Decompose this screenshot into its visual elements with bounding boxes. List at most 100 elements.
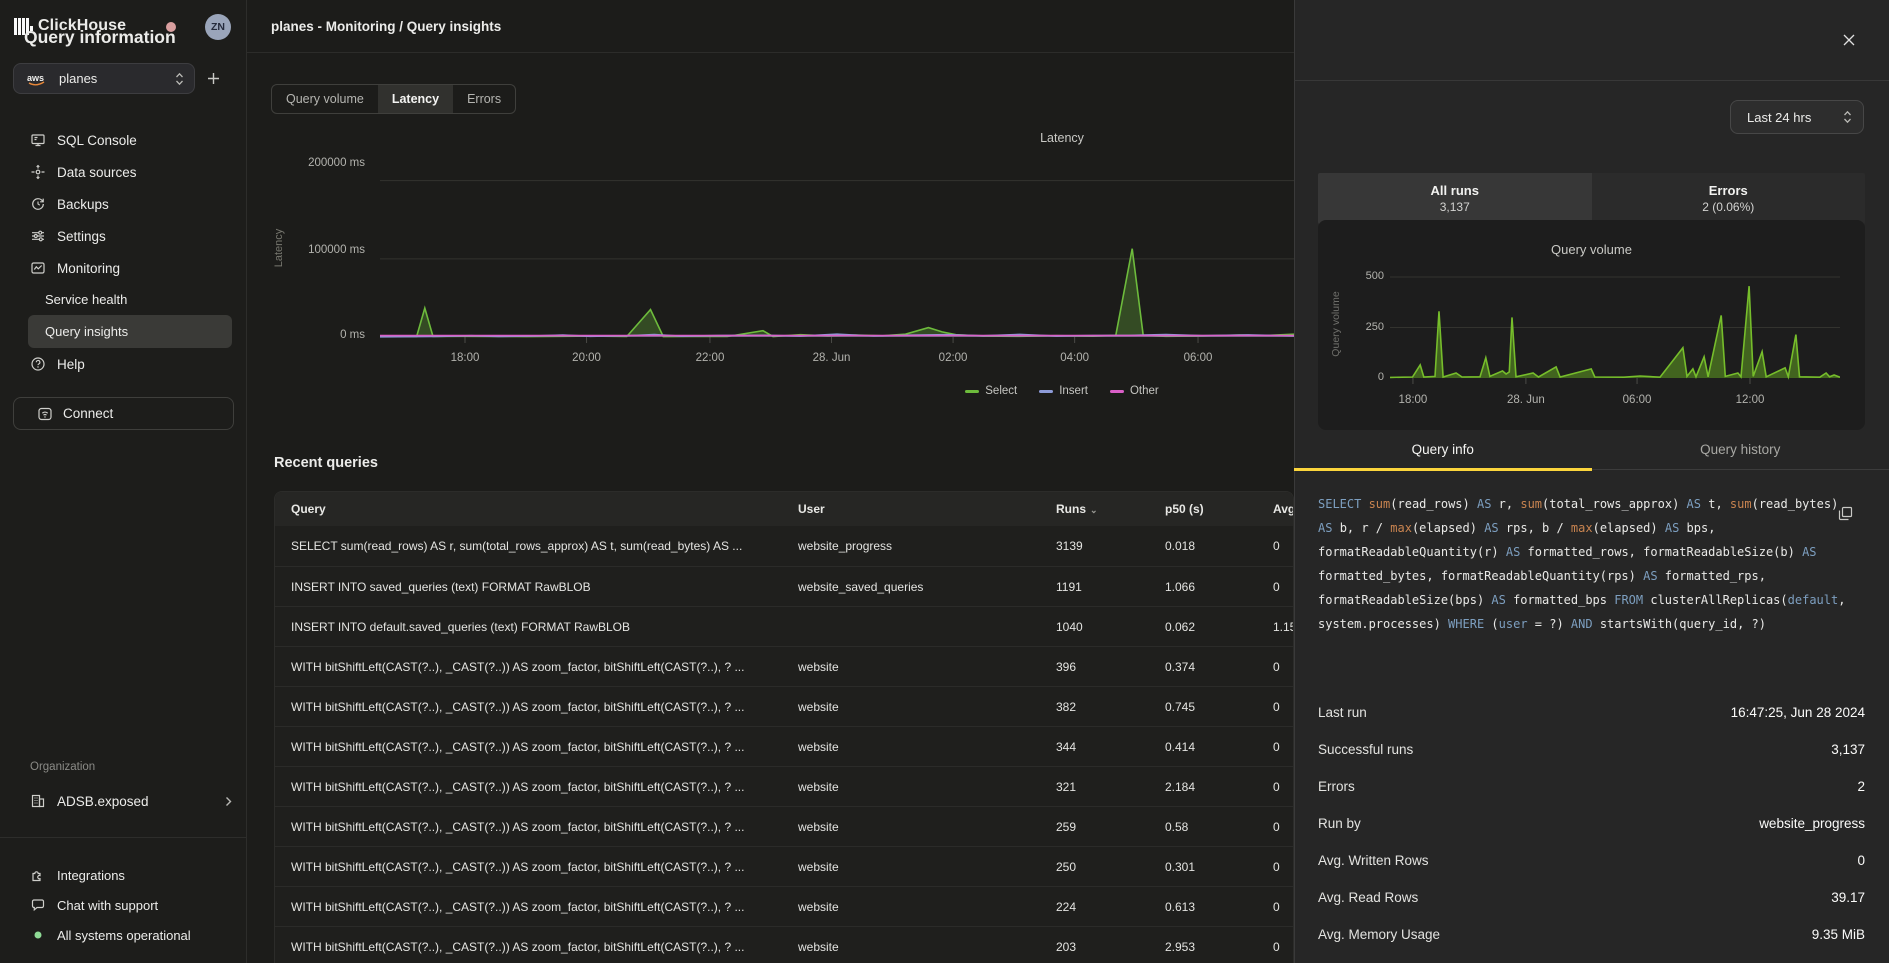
- stat-value: 3,137: [1831, 742, 1865, 757]
- close-icon[interactable]: [1842, 33, 1856, 47]
- table-row[interactable]: INSERT INTO default.saved_queries (text)…: [275, 606, 1293, 646]
- sql-token: b, r /: [1340, 521, 1391, 535]
- sidebar-item-help[interactable]: Help: [0, 348, 246, 380]
- table-row[interactable]: WITH bitShiftLeft(CAST(?..), _CAST(?..))…: [275, 726, 1293, 766]
- sidebar-item-backups[interactable]: Backups: [0, 188, 246, 220]
- stat-value: 39.17: [1831, 890, 1865, 905]
- table-row[interactable]: WITH bitShiftLeft(CAST(?..), _CAST(?..))…: [275, 646, 1293, 686]
- connect-button[interactable]: Connect: [13, 397, 234, 430]
- sidebar-nav: SQL ConsoleData sourcesBackupsSettingsMo…: [0, 124, 246, 380]
- y-tick-label: 0: [1344, 371, 1384, 383]
- segment-label: All runs: [1431, 183, 1479, 198]
- cell-user: website: [798, 700, 1056, 714]
- sql-token: (elapsed): [1412, 521, 1484, 535]
- cell-query: WITH bitShiftLeft(CAST(?..), _CAST(?..))…: [291, 700, 798, 714]
- sql-token: user: [1499, 617, 1528, 631]
- cell-avg: 0: [1273, 860, 1293, 874]
- cell-user: website: [798, 660, 1056, 674]
- organization-section-label: Organization: [0, 761, 246, 779]
- latency-chart: [380, 155, 1294, 350]
- cell-runs: 382: [1056, 700, 1165, 714]
- legend-item-insert[interactable]: Insert: [1039, 385, 1088, 397]
- sql-token: default: [1788, 593, 1839, 607]
- sql-query-code: SELECT sum(read_rows) AS r, sum(total_ro…: [1318, 492, 1858, 636]
- status-dot-icon: [30, 927, 46, 943]
- stat-row-avg-memory-usage: Avg. Memory Usage9.35 MiB: [1318, 916, 1865, 953]
- backups-icon: [30, 196, 46, 212]
- table-row[interactable]: WITH bitShiftLeft(CAST(?..), _CAST(?..))…: [275, 926, 1293, 963]
- cell-user: website: [798, 940, 1056, 954]
- sidebar-item-service-health[interactable]: Service health: [0, 284, 246, 315]
- cell-runs: 1191: [1056, 580, 1165, 594]
- table-row[interactable]: SELECT sum(read_rows) AS r, sum(total_ro…: [275, 526, 1293, 566]
- sidebar-item-settings[interactable]: Settings: [0, 220, 246, 252]
- table-row[interactable]: WITH bitShiftLeft(CAST(?..), _CAST(?..))…: [275, 686, 1293, 726]
- tab-latency[interactable]: Latency: [378, 85, 453, 113]
- stat-value: 16:47:25, Jun 28 2024: [1731, 705, 1865, 720]
- cell-avg: 1.15: [1273, 620, 1294, 634]
- column-header-runs[interactable]: Runs⌄: [1056, 502, 1165, 516]
- sidebar-item-all-systems-operational[interactable]: All systems operational: [0, 920, 246, 950]
- tab-query-volume[interactable]: Query volume: [272, 85, 378, 113]
- sidebar-item-integrations[interactable]: Integrations: [0, 860, 246, 890]
- sql-token: WHERE: [1448, 617, 1491, 631]
- sql-token: formatted_rows, formatReadableSize(b): [1528, 545, 1803, 559]
- sql-token: AS: [1802, 545, 1816, 559]
- legend-item-other[interactable]: Other: [1110, 385, 1159, 397]
- help-icon: [30, 356, 46, 372]
- cell-query: WITH bitShiftLeft(CAST(?..), _CAST(?..))…: [291, 820, 798, 834]
- segment-all-runs[interactable]: All runs3,137: [1318, 173, 1592, 224]
- cell-user: website: [798, 780, 1056, 794]
- panel-title: Query information: [24, 27, 176, 48]
- service-selector[interactable]: aws planes: [13, 63, 195, 94]
- table-header: QueryUserRuns⌄p50 (s)Avg.: [275, 492, 1293, 526]
- sql-token: AS: [1491, 593, 1513, 607]
- table-row[interactable]: WITH bitShiftLeft(CAST(?..), _CAST(?..))…: [275, 886, 1293, 926]
- x-tick-label: 06:00: [1602, 394, 1672, 406]
- stat-label: Avg. Written Rows: [1318, 853, 1429, 868]
- sql-token: startsWith(query_id, ?): [1600, 617, 1766, 631]
- sidebar-item-label: Chat with support: [57, 898, 158, 913]
- sidebar-item-chat-with-support[interactable]: Chat with support: [0, 890, 246, 920]
- table-row[interactable]: WITH bitShiftLeft(CAST(?..), _CAST(?..))…: [275, 846, 1293, 886]
- query-volume-title: Query volume: [1318, 242, 1865, 257]
- clickhouse-console: ClickHouse ZN aws planes SQL ConsoleData…: [0, 0, 1889, 963]
- x-tick-label: 18:00: [1378, 394, 1448, 406]
- sql-token: AND: [1571, 617, 1600, 631]
- x-tick-label: 06:00: [1163, 352, 1233, 364]
- query-stats-list: Last run16:47:25, Jun 28 2024Successful …: [1318, 694, 1865, 963]
- table-row[interactable]: WITH bitShiftLeft(CAST(?..), _CAST(?..))…: [275, 766, 1293, 806]
- query-volume-chart: [1390, 267, 1840, 385]
- add-service-button[interactable]: [207, 66, 231, 90]
- panel-tab-query-history[interactable]: Query history: [1592, 430, 1889, 469]
- segment-errors[interactable]: Errors2 (0.06%): [1592, 173, 1866, 224]
- main-content: planes - Monitoring / Query insights Que…: [247, 0, 1294, 963]
- table-row[interactable]: INSERT INTO saved_queries (text) FORMAT …: [275, 566, 1293, 606]
- stat-row-avg-read-rows: Avg. Read Rows39.17: [1318, 879, 1865, 916]
- y-tick-label: 200000 ms: [275, 157, 365, 169]
- sidebar-item-query-insights[interactable]: Query insights: [28, 315, 232, 348]
- table-body: SELECT sum(read_rows) AS r, sum(total_ro…: [275, 526, 1293, 963]
- copy-icon[interactable]: [1838, 505, 1854, 521]
- legend-item-select[interactable]: Select: [965, 385, 1017, 397]
- query-volume-card: Query volume Query volume 5002500 18:002…: [1318, 220, 1865, 430]
- tab-errors[interactable]: Errors: [453, 85, 515, 113]
- sql-token: AS: [1643, 569, 1665, 583]
- user-avatar[interactable]: ZN: [205, 14, 231, 40]
- sidebar-item-sql-console[interactable]: SQL Console: [0, 124, 246, 156]
- cell-query: WITH bitShiftLeft(CAST(?..), _CAST(?..))…: [291, 740, 798, 754]
- y-tick-label: 100000 ms: [275, 244, 365, 256]
- sidebar-item-monitoring[interactable]: Monitoring: [0, 252, 246, 284]
- sidebar-item-data-sources[interactable]: Data sources: [0, 156, 246, 188]
- cell-runs: 344: [1056, 740, 1165, 754]
- chat-icon: [30, 897, 46, 913]
- organization-selector[interactable]: ADSB.exposed: [0, 785, 246, 817]
- x-tick-label: 18:00: [430, 352, 500, 364]
- table-row[interactable]: WITH bitShiftLeft(CAST(?..), _CAST(?..))…: [275, 806, 1293, 846]
- x-tick-label: 28. Jun: [1491, 394, 1561, 406]
- chevron-right-icon: [225, 796, 232, 807]
- time-range-select[interactable]: Last 24 hrs: [1730, 100, 1864, 134]
- runs-errors-segmented-control: All runs3,137Errors2 (0.06%): [1318, 173, 1865, 224]
- panel-tab-query-info[interactable]: Query info: [1294, 430, 1592, 469]
- sql-token: max: [1571, 521, 1593, 535]
